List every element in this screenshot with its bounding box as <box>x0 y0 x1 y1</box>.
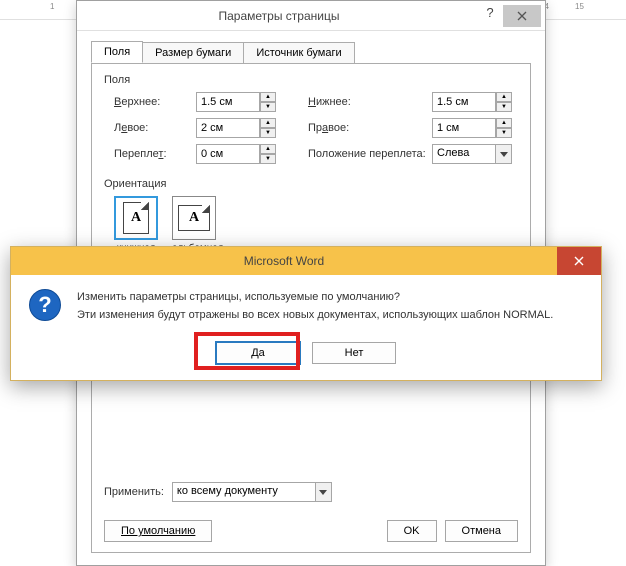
input-gutter[interactable] <box>196 144 260 164</box>
confirm-close-button[interactable] <box>557 247 601 275</box>
chevron-down-icon <box>500 152 508 157</box>
label-left: Левое: <box>114 122 192 134</box>
spinner-top[interactable]: ▲▼ <box>196 92 282 112</box>
input-left[interactable] <box>196 118 260 138</box>
no-button[interactable]: Нет <box>312 342 396 364</box>
spin-down[interactable]: ▼ <box>496 128 512 138</box>
set-default-button[interactable]: По умолчанию <box>104 520 212 542</box>
tab-margins[interactable]: Поля <box>91 41 143 63</box>
label-top: Верхнее: <box>114 96 192 108</box>
spin-up[interactable]: ▲ <box>260 92 276 102</box>
spinner-right[interactable]: ▲▼ <box>432 118 518 138</box>
label-right: Правое: <box>308 122 428 134</box>
confirm-titlebar: Microsoft Word <box>11 247 601 275</box>
margins-section-label: Поля <box>104 74 518 86</box>
confirm-line1: Изменить параметры страницы, используемы… <box>77 289 553 307</box>
input-right[interactable] <box>432 118 496 138</box>
confirm-text: Изменить параметры страницы, используемы… <box>77 289 553 324</box>
spinner-gutter[interactable]: ▲▼ <box>196 144 282 164</box>
close-icon <box>574 256 584 266</box>
combo-drop[interactable] <box>496 144 512 164</box>
close-icon <box>517 11 527 21</box>
tab-paper-source[interactable]: Источник бумаги <box>243 42 354 64</box>
spin-down[interactable]: ▼ <box>260 102 276 112</box>
input-bottom[interactable] <box>432 92 496 112</box>
tab-strip: Поля Размер бумаги Источник бумаги <box>77 31 545 63</box>
titlebar: Параметры страницы ? <box>77 1 545 31</box>
label-gutter-pos: Положение переплета: <box>308 148 428 160</box>
spin-up[interactable]: ▲ <box>496 118 512 128</box>
combo-gutter-pos[interactable]: Слева <box>432 144 512 164</box>
combo-apply-value: ко всему документу <box>172 482 316 502</box>
spinner-left[interactable]: ▲▼ <box>196 118 282 138</box>
label-bottom: Нижнее: <box>308 96 428 108</box>
combo-gutter-pos-value: Слева <box>432 144 496 164</box>
dialog-title: Параметры страницы <box>81 9 477 23</box>
apply-label: Применить: <box>104 486 164 498</box>
spin-up[interactable]: ▲ <box>496 92 512 102</box>
question-icon: ? <box>29 289 61 321</box>
chevron-down-icon <box>319 490 327 495</box>
spin-down[interactable]: ▼ <box>260 154 276 164</box>
ok-button[interactable]: OK <box>387 520 437 542</box>
confirm-dialog: Microsoft Word ? Изменить параметры стра… <box>10 246 602 381</box>
cancel-button[interactable]: Отмена <box>445 520 518 542</box>
spinner-bottom[interactable]: ▲▼ <box>432 92 518 112</box>
landscape-icon: A <box>178 205 210 231</box>
confirm-line2: Эти изменения будут отражены во всех нов… <box>77 307 553 325</box>
tab-paper-size[interactable]: Размер бумаги <box>142 42 244 64</box>
help-button[interactable]: ? <box>477 5 503 27</box>
label-gutter: Переплет: <box>114 148 192 160</box>
spin-down[interactable]: ▼ <box>260 128 276 138</box>
spin-up[interactable]: ▲ <box>260 144 276 154</box>
combo-apply-to[interactable]: ко всему документу <box>172 482 332 502</box>
yes-button[interactable]: Да <box>216 342 300 364</box>
combo-drop[interactable] <box>316 482 332 502</box>
spin-up[interactable]: ▲ <box>260 118 276 128</box>
confirm-title: Microsoft Word <box>11 254 557 268</box>
input-top[interactable] <box>196 92 260 112</box>
close-button[interactable] <box>503 5 541 27</box>
spin-down[interactable]: ▼ <box>496 102 512 112</box>
apply-row: Применить: ко всему документу <box>104 482 332 502</box>
portrait-icon: A <box>123 202 149 234</box>
orientation-section: Ориентация A книжная A альбомная <box>104 178 518 254</box>
orientation-label: Ориентация <box>104 178 518 190</box>
